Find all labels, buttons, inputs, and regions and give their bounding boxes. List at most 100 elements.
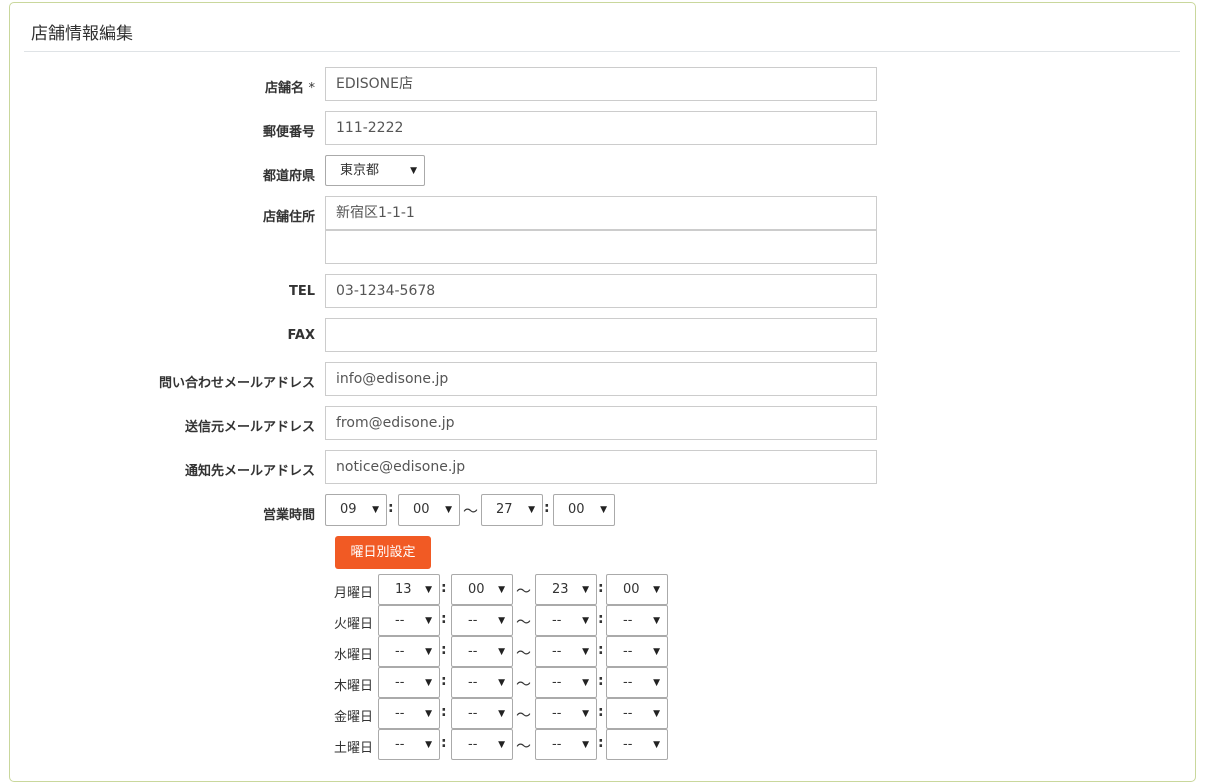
select-value: -- — [395, 644, 405, 659]
time-colon: : — [598, 673, 604, 689]
select-value: 00 — [468, 582, 485, 597]
chevron-down-icon: ▼ — [425, 678, 432, 688]
range-tilde: 〜 — [516, 706, 532, 724]
select-value: -- — [395, 706, 405, 721]
time-colon: : — [388, 500, 394, 516]
postal-code-input[interactable]: 111-2222 — [325, 111, 877, 145]
open-hour-select[interactable]: -- ▼ — [378, 729, 440, 760]
close-hour-select[interactable]: -- ▼ — [535, 667, 597, 698]
chevron-down-icon: ▼ — [425, 647, 432, 657]
store-name-input[interactable]: EDISONE店 — [325, 67, 877, 101]
open-hour-select[interactable]: 09 ▼ — [325, 494, 387, 526]
chevron-down-icon: ▼ — [425, 616, 432, 626]
chevron-down-icon: ▼ — [425, 585, 432, 595]
close-hour-select[interactable]: -- ▼ — [535, 605, 597, 636]
tel-input[interactable]: 03-1234-5678 — [325, 274, 877, 308]
prefecture-label: 都道府県 — [262, 169, 315, 184]
panel-title: 店舗情報編集 — [31, 24, 133, 44]
time-colon: : — [598, 704, 604, 720]
chevron-down-icon: ▼ — [498, 678, 505, 688]
open-hour-select[interactable]: -- ▼ — [378, 698, 440, 729]
select-value: -- — [623, 675, 633, 690]
open-minute-select[interactable]: 00 ▼ — [398, 494, 460, 526]
chevron-down-icon: ▼ — [445, 505, 452, 515]
open-minute-select[interactable]: -- ▼ — [451, 605, 513, 636]
close-minute-select[interactable]: -- ▼ — [606, 667, 668, 698]
chevron-down-icon: ▼ — [582, 709, 589, 719]
close-hour-select[interactable]: -- ▼ — [535, 636, 597, 667]
time-colon: : — [598, 735, 604, 751]
close-hour-select[interactable]: -- ▼ — [535, 729, 597, 760]
open-minute-value: 00 — [413, 502, 430, 517]
open-minute-select[interactable]: -- ▼ — [451, 667, 513, 698]
day-label: 火曜日 — [334, 617, 374, 632]
chevron-down-icon: ▼ — [653, 616, 660, 626]
chevron-down-icon: ▼ — [498, 585, 505, 595]
notice-email-input[interactable]: notice@edisone.jp — [325, 450, 877, 484]
open-minute-select[interactable]: -- ▼ — [451, 698, 513, 729]
time-colon: : — [441, 611, 447, 627]
open-hour-select[interactable]: -- ▼ — [378, 667, 440, 698]
chevron-down-icon: ▼ — [653, 709, 660, 719]
address-line2-input[interactable] — [325, 230, 877, 264]
chevron-down-icon: ▼ — [582, 740, 589, 750]
sender-email-input[interactable]: from@edisone.jp — [325, 406, 877, 440]
time-colon: : — [598, 611, 604, 627]
open-minute-select[interactable]: -- ▼ — [451, 729, 513, 760]
close-hour-value: 27 — [496, 502, 513, 517]
select-value: 13 — [395, 582, 412, 597]
chevron-down-icon: ▼ — [653, 585, 660, 595]
chevron-down-icon: ▼ — [372, 505, 379, 515]
select-value: -- — [623, 737, 633, 752]
select-value: -- — [623, 613, 633, 628]
day-label: 土曜日 — [334, 741, 374, 756]
close-hour-select[interactable]: 23 ▼ — [535, 574, 597, 605]
time-colon: : — [598, 642, 604, 658]
chevron-down-icon: ▼ — [498, 740, 505, 750]
chevron-down-icon: ▼ — [600, 505, 607, 515]
weekday-settings-button[interactable]: 曜日別設定 — [335, 536, 431, 569]
open-hour-select[interactable]: 13 ▼ — [378, 574, 440, 605]
chevron-down-icon: ▼ — [498, 616, 505, 626]
select-value: 00 — [623, 582, 640, 597]
close-minute-select[interactable]: -- ▼ — [606, 636, 668, 667]
close-minute-value: 00 — [568, 502, 585, 517]
range-tilde: 〜 — [516, 613, 532, 631]
range-tilde: 〜 — [516, 675, 532, 693]
address-label: 店舗住所 — [262, 210, 315, 225]
chevron-down-icon: ▼ — [653, 647, 660, 657]
time-colon: : — [441, 580, 447, 596]
close-minute-select[interactable]: -- ▼ — [606, 729, 668, 760]
contact-email-input[interactable]: info@edisone.jp — [325, 362, 877, 396]
fax-input[interactable] — [325, 318, 877, 352]
select-value: -- — [552, 613, 562, 628]
close-minute-select[interactable]: -- ▼ — [606, 698, 668, 729]
postal-code-label: 郵便番号 — [262, 125, 315, 140]
address-line1-input[interactable]: 新宿区1-1-1 — [325, 196, 877, 230]
day-label: 木曜日 — [334, 679, 374, 694]
close-minute-select[interactable]: 00 ▼ — [553, 494, 615, 526]
chevron-down-icon: ▼ — [582, 647, 589, 657]
close-minute-select[interactable]: 00 ▼ — [606, 574, 668, 605]
time-colon: : — [441, 735, 447, 751]
prefecture-select[interactable]: 東京都 ▼ — [325, 155, 425, 186]
day-label: 水曜日 — [334, 648, 374, 663]
close-minute-select[interactable]: -- ▼ — [606, 605, 668, 636]
day-label: 月曜日 — [334, 586, 374, 601]
close-hour-select[interactable]: 27 ▼ — [481, 494, 543, 526]
select-value: -- — [468, 613, 478, 628]
close-hour-select[interactable]: -- ▼ — [535, 698, 597, 729]
open-hour-select[interactable]: -- ▼ — [378, 605, 440, 636]
open-minute-select[interactable]: -- ▼ — [451, 636, 513, 667]
chevron-down-icon: ▼ — [498, 709, 505, 719]
open-hour-select[interactable]: -- ▼ — [378, 636, 440, 667]
range-tilde: 〜 — [516, 644, 532, 662]
chevron-down-icon: ▼ — [425, 740, 432, 750]
business-hours-label: 営業時間 — [262, 508, 315, 523]
chevron-down-icon: ▼ — [410, 166, 417, 176]
chevron-down-icon: ▼ — [498, 647, 505, 657]
required-mark: * — [308, 81, 316, 96]
open-minute-select[interactable]: 00 ▼ — [451, 574, 513, 605]
title-divider — [24, 51, 1180, 52]
chevron-down-icon: ▼ — [425, 709, 432, 719]
